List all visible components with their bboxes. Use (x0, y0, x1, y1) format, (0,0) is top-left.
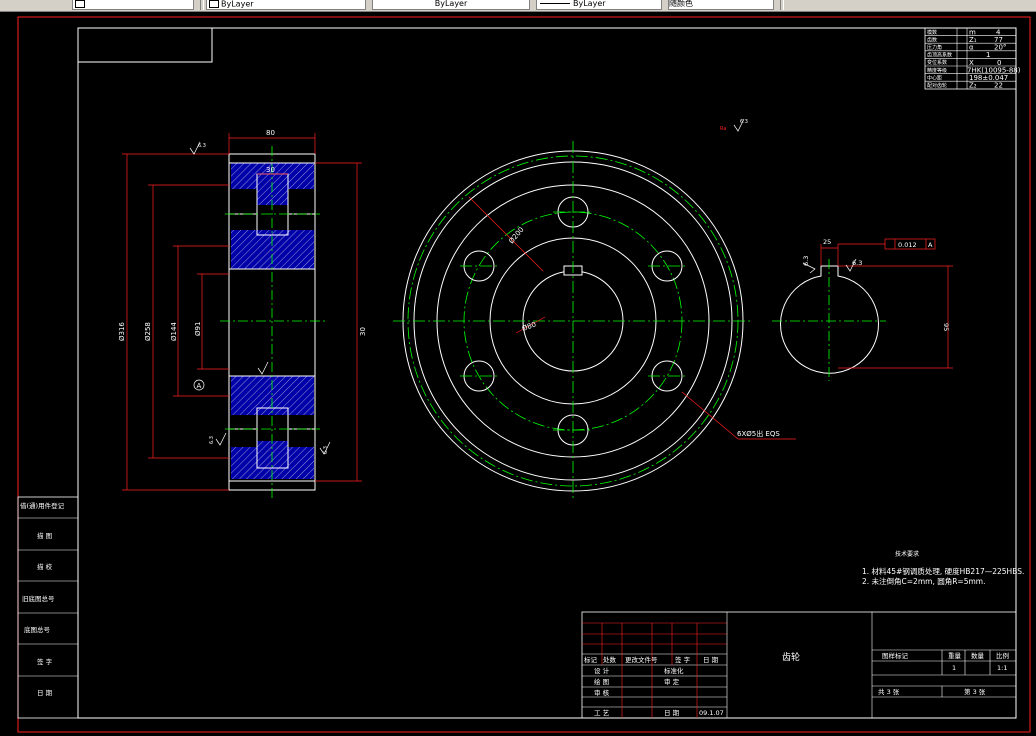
tb-header: 更改文件号 (625, 655, 658, 664)
dim-right: 30 (359, 327, 367, 336)
tb-sheet-no: 第 3 张 (964, 687, 986, 696)
param-value: 20° (994, 44, 1006, 52)
tb-scale: 比例 (996, 651, 1009, 660)
linetype-value: ByLayer (434, 0, 468, 8)
gear-parameter-table: 模数 齿数 压力角 齿顶高系数 变位系数 精度等级 中心距 配对齿轮 m Z₁ … (924, 27, 1021, 90)
param-label: 齿数 (927, 37, 937, 44)
tech-req-line: 1. 材料45#钢调质处理, 硬度HB217—225HBS. (862, 566, 1024, 576)
hatch-region (231, 447, 314, 479)
side-table-row: 借(通)用件登记 (20, 501, 65, 510)
dim-width-inner: 30 (266, 166, 275, 174)
dim-hub-dia: Ø144 (170, 322, 178, 341)
tb-stage: 图样标记 (882, 651, 909, 660)
tb-standard: 标准化 (664, 666, 684, 675)
color-dropdown[interactable]: ByLayer (206, 0, 366, 10)
param-symbol: X (969, 59, 974, 67)
param-value: 1 (986, 51, 990, 59)
color-value: ByLayer (221, 0, 254, 9)
gear-section-view: 80 30 Ø316 Ø258 Ø144 Ø91 30 6.3 6.3 6.3 … (118, 129, 367, 501)
tb-draw: 绘 图 (594, 677, 609, 686)
param-label: 配对齿轮 (927, 82, 947, 89)
gear-front-view: Ø200 Ø80 6XØ5出 EQS Ra 6.3 (393, 118, 796, 501)
tolerance-datum: A (928, 241, 933, 249)
hatch-region (231, 230, 314, 269)
tb-scale-value: 1:1 (997, 664, 1007, 672)
dim-outer-dia: Ø316 (118, 322, 126, 341)
lineweight-value: ByLayer (573, 0, 606, 8)
dim-key-width: 25 (823, 238, 831, 246)
roughness-label: 6.3 (852, 259, 862, 267)
dim-bore-dia: Ø91 (194, 322, 202, 336)
tech-req-line: 2. 未注倒角C=2mm, 圆角R=5mm. (862, 576, 985, 586)
layer-color-icon (75, 0, 85, 8)
side-table-row: 日 期 (37, 689, 53, 697)
param-value: 22 (994, 82, 1003, 90)
dim-hole-circle: Ø200 (507, 226, 525, 246)
cad-drawing-canvas[interactable]: 模数 齿数 压力角 齿顶高系数 变位系数 精度等级 中心距 配对齿轮 m Z₁ … (0, 11, 1036, 736)
tb-check: 审 核 (594, 688, 610, 697)
dim-width: 80 (266, 129, 275, 137)
top-left-box (77, 27, 213, 63)
tb-review: 审 定 (664, 677, 680, 686)
tolerance-value: 0.012 (898, 241, 917, 249)
param-label: 精度等级 (927, 67, 947, 74)
side-table-row: 描 校 (37, 562, 53, 571)
side-table-row: 旧底图总号 (22, 594, 55, 603)
side-table-row: 签 字 (37, 657, 53, 666)
datum-label: A (197, 382, 202, 390)
title-block: 标记 处数 更改文件号 签 字 日 期 设 计 标准化 绘 图 审 定 审 核 … (581, 611, 1017, 719)
roughness-label: Ra (720, 126, 726, 132)
tb-date-label: 日 期 (664, 709, 680, 717)
drawing-title: 齿轮 (782, 651, 800, 663)
tb-qty: 数量 (971, 651, 985, 660)
roughness-label: 6.3 (209, 436, 215, 444)
inner-frame (77, 27, 1017, 719)
hatch-region (257, 189, 288, 205)
outer-frame (17, 16, 1031, 733)
param-label: 模数 (927, 29, 937, 36)
param-label: 变位系数 (927, 59, 947, 66)
plotstyle-value: 随颜色 (669, 0, 693, 8)
hatch-region (231, 376, 314, 415)
roughness-label: 6.3 (198, 143, 206, 149)
roughness-label: 6.3 (740, 119, 748, 125)
tb-header: 标记 (584, 655, 598, 664)
param-symbol: α (969, 44, 974, 52)
dim-pitch-dia: Ø258 (144, 322, 152, 341)
keyway-section-view: 25 95 0.012 A 6.3 6.3 (772, 238, 953, 381)
tb-header: 签 字 (675, 655, 691, 664)
hatch-region (257, 441, 288, 451)
toolbar-separator (780, 0, 784, 10)
param-value: 0 (997, 59, 1001, 67)
layer-dropdown[interactable] (72, 0, 194, 10)
toolbar-separator (200, 0, 204, 10)
side-table-row: 描 图 (37, 531, 52, 540)
dim-key-depth: 95 (942, 323, 950, 331)
tb-date-value: 09.1.07 (699, 709, 724, 717)
param-label: 齿顶高系数 (927, 52, 952, 59)
tb-design: 设 计 (594, 666, 610, 675)
roughness-label: 6.3 (323, 446, 329, 454)
param-symbol: Z₂ (969, 82, 977, 90)
tb-sheets-total: 共 3 张 (878, 687, 900, 696)
tb-header: 日 期 (703, 656, 719, 664)
tb-process: 工 艺 (594, 709, 610, 717)
lineweight-sample-icon (540, 3, 570, 4)
tb-qty-value: 1 (952, 664, 956, 672)
lineweight-dropdown[interactable]: ByLayer (536, 0, 662, 10)
tech-req-title: 技术要求 (895, 550, 919, 558)
param-label: 压力角 (927, 44, 942, 51)
technical-requirements: 技术要求 1. 材料45#钢调质处理, 硬度HB217—225HBS. 2. 未… (862, 550, 1024, 586)
color-swatch-icon (209, 0, 219, 8)
tb-weight: 重量 (948, 652, 962, 660)
linetype-dropdown[interactable]: ByLayer (372, 0, 530, 10)
tb-header: 处数 (603, 655, 617, 664)
side-registration-table: 借(通)用件登记 描 图 描 校 旧底图总号 底图总号 签 字 日 期 (17, 496, 79, 719)
param-label: 中心距 (927, 74, 942, 81)
side-table-row: 底图总号 (24, 625, 51, 634)
plotstyle-dropdown[interactable]: 随颜色 (668, 0, 774, 10)
holes-note: 6XØ5出 EQS (737, 429, 780, 438)
